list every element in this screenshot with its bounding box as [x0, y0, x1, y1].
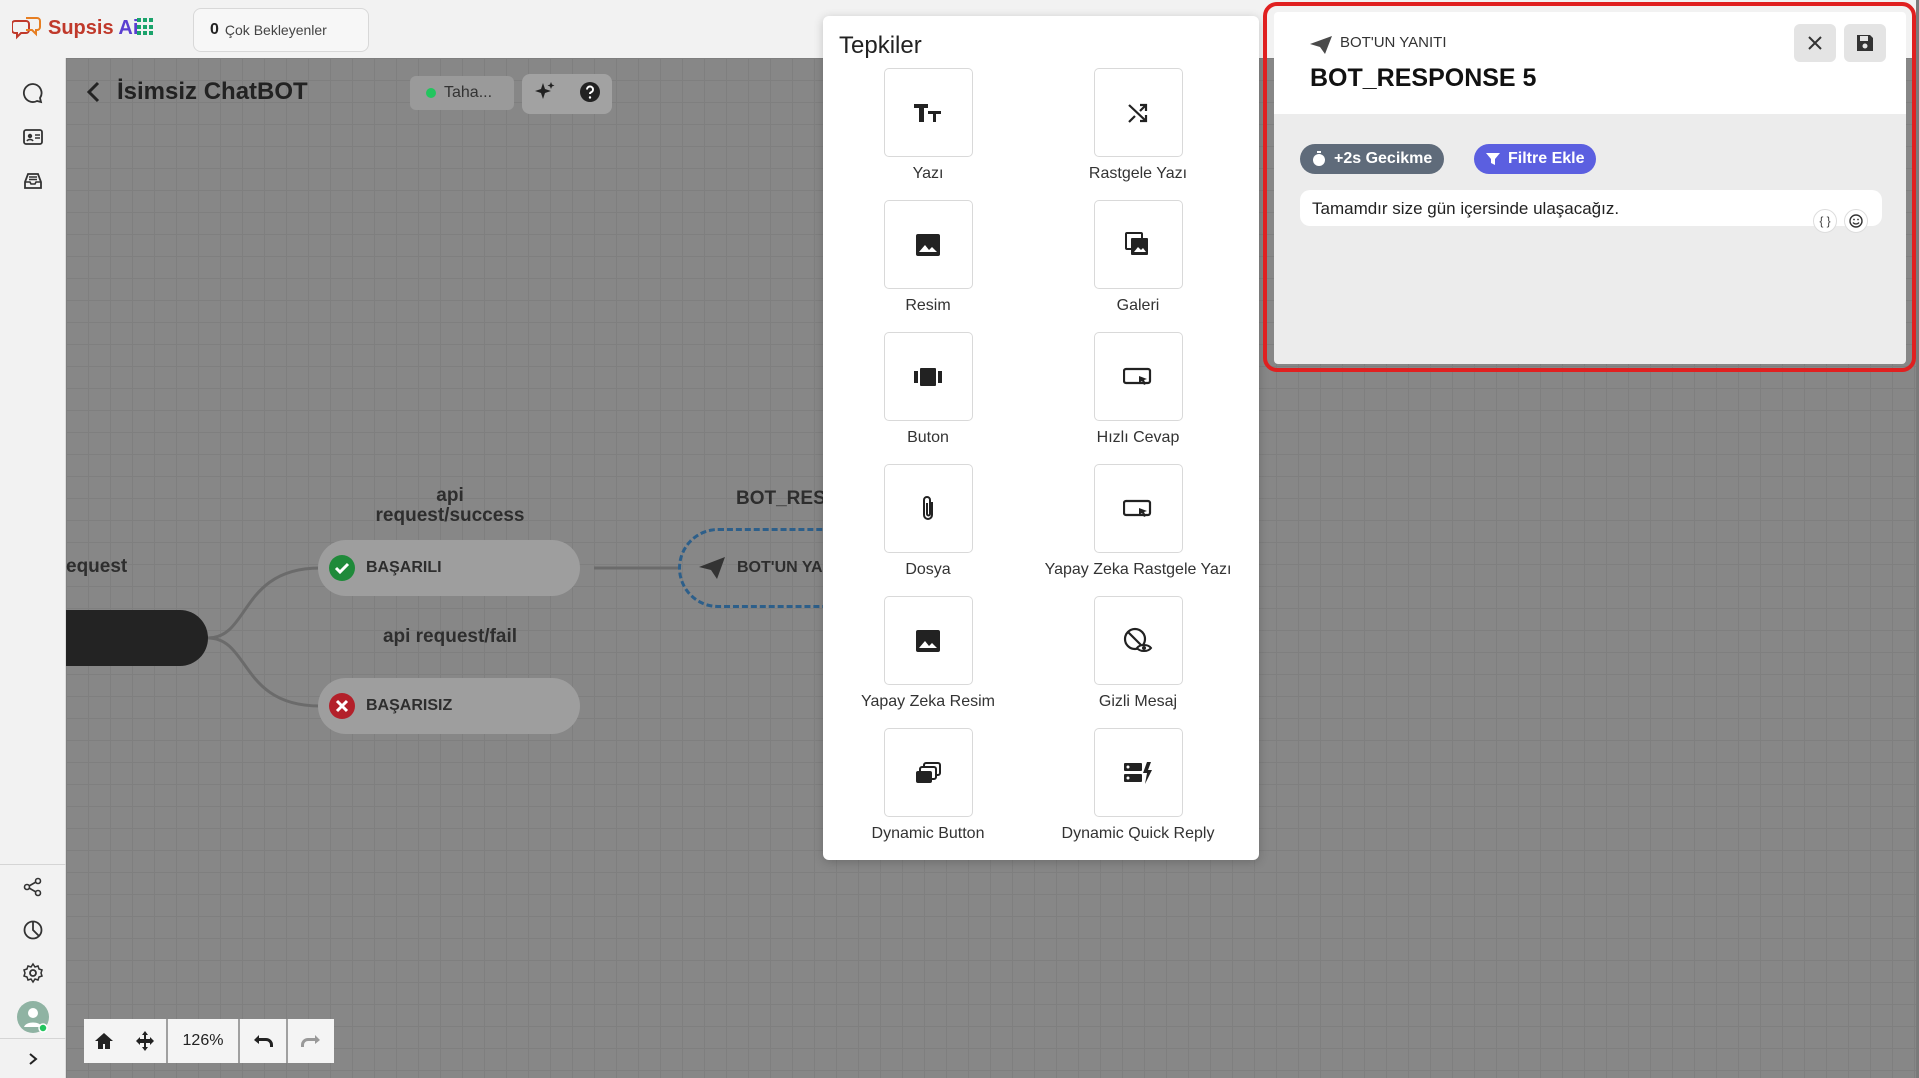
stopwatch-icon [1313, 151, 1325, 166]
zoom-level[interactable]: 126% [168, 1019, 238, 1063]
send-icon [1310, 36, 1332, 54]
paperclip-icon[interactable] [883, 464, 973, 553]
editor-title[interactable]: BOT_RESPONSE 5 [1310, 64, 1536, 93]
reactions-panel: Tepkiler Yazı Rastgele Yazı Resim Galeri But… [823, 16, 1259, 860]
reaction-tile-label: Yapay Zeka Resim [861, 693, 995, 710]
home-icon[interactable] [84, 1019, 124, 1063]
dynamic-button-icon[interactable] [883, 728, 973, 817]
reaction-tile-label: Buton [907, 429, 949, 446]
emoji-icon[interactable] [1844, 209, 1868, 233]
reaction-tile[interactable]: Dynamic Button [823, 728, 1033, 860]
filter-icon [1486, 153, 1500, 165]
reaction-tile[interactable]: Resim [823, 200, 1033, 332]
bot-node-label: BOT'UN YA [737, 559, 823, 576]
button-carousel-icon[interactable] [883, 332, 973, 421]
save-icon [1857, 35, 1873, 51]
bot-response-node[interactable]: BOT'UN YA [678, 528, 828, 608]
request-node[interactable] [66, 610, 208, 666]
reaction-tile[interactable]: Rastgele Yazı [1033, 68, 1243, 200]
reaction-tile[interactable]: Yazı [823, 68, 1033, 200]
reactions-grid: Yazı Rastgele Yazı Resim Galeri Buton Hızlı C… [823, 68, 1259, 860]
reaction-tile-label: Rastgele Yazı [1088, 165, 1188, 182]
reaction-tile[interactable]: Buton [823, 332, 1033, 464]
redo-icon[interactable] [288, 1019, 334, 1063]
ai-image-icon[interactable] [883, 596, 973, 685]
error-circle-icon [329, 693, 355, 719]
editor-subtitle: BOT'UN YANITI [1340, 34, 1447, 51]
reaction-tile[interactable]: Dynamic Quick Reply [1033, 728, 1243, 860]
reaction-tile-label: Dosya [905, 561, 951, 578]
message-text-field[interactable]: Tamamdır size gün içersinde ulaşacağız. [1300, 190, 1882, 226]
success-node[interactable]: BAŞARILI [318, 540, 580, 596]
reaction-tile-label: Yazı [912, 165, 944, 182]
filter-badge[interactable]: Filtre Ekle [1474, 144, 1597, 174]
bot-response-label: BOT_RES [736, 488, 826, 509]
reaction-tile-label: Galeri [1116, 297, 1160, 314]
bot-response-editor: BOT'UN YANITI BOT_RESPONSE 5 +2s Gecikme… [1274, 12, 1906, 364]
send-icon [699, 557, 725, 579]
move-arrows-icon[interactable] [124, 1019, 166, 1063]
undo-icon[interactable] [240, 1019, 286, 1063]
dynamic-quick-reply-icon[interactable] [1093, 728, 1183, 817]
reaction-tile[interactable]: Yapay Zeka Rastgele Yazı [1033, 464, 1243, 596]
image-icon[interactable] [883, 200, 973, 289]
delay-badge-label: +2s Gecikme [1334, 150, 1433, 167]
reaction-tile[interactable]: Yapay Zeka Resim [823, 596, 1033, 728]
request-label: equest [66, 556, 128, 577]
reaction-tile[interactable]: Hızlı Cevap [1033, 332, 1243, 464]
reaction-tile-label: Gizli Mesaj [1098, 693, 1178, 710]
gallery-icon[interactable] [1093, 200, 1183, 289]
reaction-tile-label: Dynamic Quick Reply [1061, 825, 1215, 842]
close-button[interactable] [1794, 24, 1836, 62]
fail-node-label: BAŞARISIZ [366, 697, 453, 714]
reactions-title: Tepkiler [839, 32, 922, 59]
reaction-tile[interactable]: Dosya [823, 464, 1033, 596]
close-icon [1808, 36, 1822, 50]
fail-node[interactable]: BAŞARISIZ [318, 678, 580, 734]
editor-header: BOT'UN YANITI BOT_RESPONSE 5 [1274, 12, 1906, 114]
delay-badge[interactable]: +2s Gecikme [1300, 144, 1445, 174]
api-success-label: api request/success [375, 485, 525, 526]
reaction-tile-label: Yapay Zeka Rastgele Yazı [1044, 561, 1232, 578]
variable-braces-icon[interactable]: { } [1813, 209, 1837, 233]
quick-reply-icon[interactable] [1093, 332, 1183, 421]
reaction-tile-label: Hızlı Cevap [1096, 429, 1180, 446]
reaction-tile[interactable]: Galeri [1033, 200, 1243, 332]
shuffle-icon[interactable] [1093, 68, 1183, 157]
hidden-message-icon[interactable] [1093, 596, 1183, 685]
reaction-tile-label: Resim [905, 297, 951, 314]
text-size-icon[interactable] [883, 68, 973, 157]
check-circle-icon [329, 555, 355, 581]
reaction-tile[interactable]: Gizli Mesaj [1033, 596, 1243, 728]
ai-quick-reply-icon[interactable] [1093, 464, 1183, 553]
api-fail-label: api request/fail [382, 626, 518, 647]
history-controls [240, 1019, 334, 1063]
filter-badge-label: Filtre Ekle [1508, 150, 1585, 167]
save-button[interactable] [1844, 24, 1886, 62]
success-node-label: BAŞARILI [366, 559, 442, 576]
reaction-tile-label: Dynamic Button [871, 825, 985, 842]
